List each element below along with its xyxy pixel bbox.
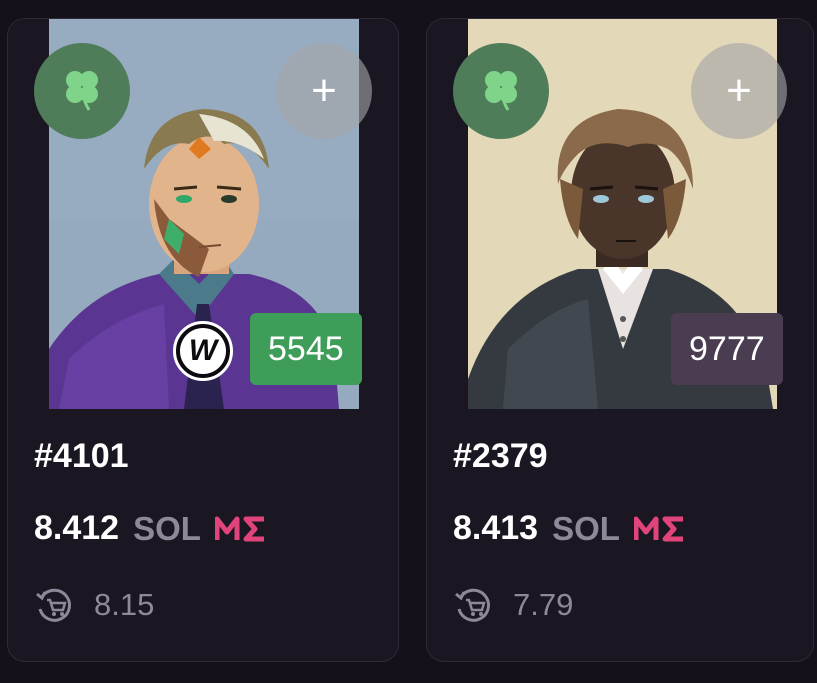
wallet-badge: W xyxy=(173,321,233,381)
last-sale-value: 7.79 xyxy=(513,587,574,622)
clover-icon xyxy=(57,64,107,119)
rank-badge: 9777 xyxy=(671,313,783,385)
clover-button[interactable] xyxy=(453,43,549,139)
clover-icon xyxy=(476,64,526,119)
last-sale-value: 8.15 xyxy=(94,587,155,622)
last-sale-row: 7.79 xyxy=(453,585,573,625)
price-row: 8.413 SOL xyxy=(453,509,686,548)
magic-eden-icon[interactable] xyxy=(214,514,267,544)
price-row: 8.412 SOL xyxy=(34,509,267,548)
price-value: 8.412 xyxy=(34,509,120,547)
nft-media: + W 5545 xyxy=(8,19,398,409)
currency-label: SOL xyxy=(133,509,201,547)
nft-card[interactable]: + 9777 #2379 8.413 SOL 7.79 xyxy=(426,18,814,662)
nft-media: + 9777 xyxy=(427,19,813,409)
last-sale-row: 8.15 xyxy=(34,585,154,625)
add-button[interactable]: + xyxy=(276,43,372,139)
plus-icon: + xyxy=(726,66,752,115)
add-button[interactable]: + xyxy=(691,43,787,139)
nft-card[interactable]: + W 5545 #4101 8.412 SOL 8.15 xyxy=(7,18,399,662)
magic-eden-icon[interactable] xyxy=(633,514,686,544)
nft-name[interactable]: #4101 xyxy=(34,437,129,476)
price-value: 8.413 xyxy=(453,509,539,547)
rank-badge: 5545 xyxy=(250,313,362,385)
clover-button[interactable] xyxy=(34,43,130,139)
nft-name[interactable]: #2379 xyxy=(453,437,548,476)
cart-history-icon xyxy=(453,585,493,625)
plus-icon: + xyxy=(311,66,337,115)
nft-grid: + W 5545 #4101 8.412 SOL 8.15 + 9777 #23… xyxy=(0,0,817,683)
cart-history-icon xyxy=(34,585,74,625)
currency-label: SOL xyxy=(552,509,620,547)
wallet-logo-icon: W xyxy=(180,328,226,374)
